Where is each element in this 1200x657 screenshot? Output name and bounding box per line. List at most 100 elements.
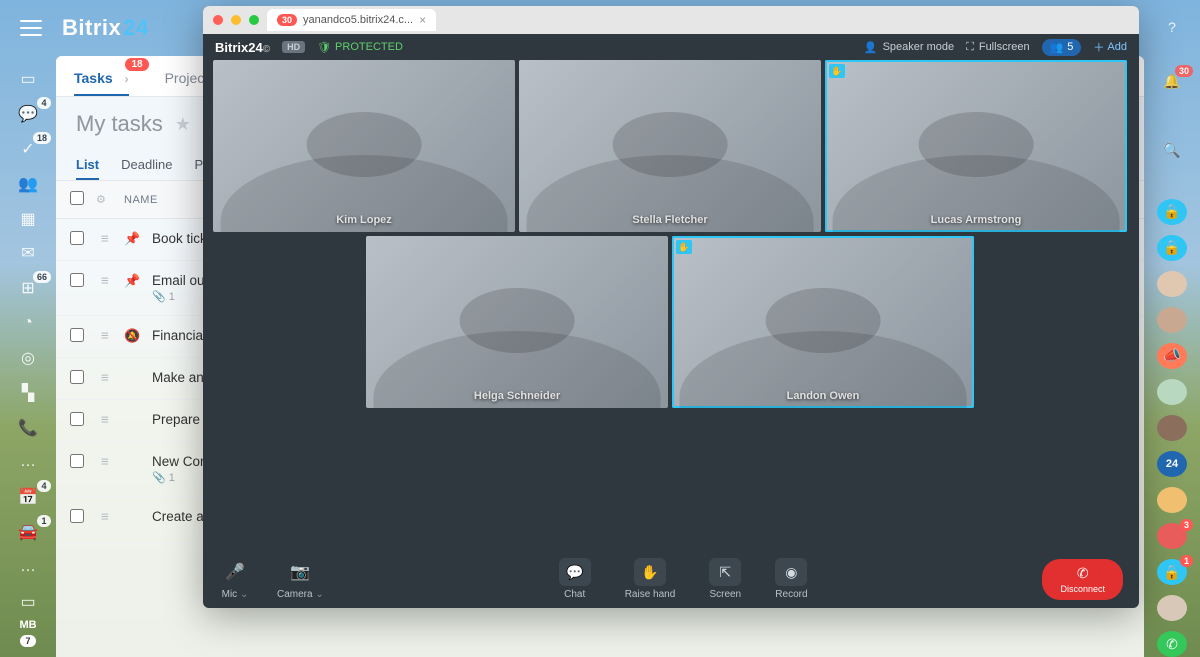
left-rail-item-13[interactable]: 🚘1 (13, 521, 43, 544)
left-rail-item-10[interactable]: 📞 (13, 416, 43, 439)
window-tabbar: 30 yanandco5.bitrix24.c... × (203, 6, 1139, 34)
protected-badge: 🛡 PROTECTED (317, 41, 403, 54)
left-rail-item-15[interactable]: ▭ (13, 590, 43, 613)
brand-name: Bitrix (62, 15, 121, 40)
people-icon: 👥 (1050, 41, 1064, 54)
record-icon: ◉ (775, 558, 807, 586)
video-grid: Kim LopezStella FletcherLucas Armstrong✋… (203, 60, 1139, 550)
lock-icon-2[interactable]: 🔒 (1157, 235, 1187, 261)
lock-icon-3[interactable]: 🔒 (1157, 559, 1187, 585)
contact-avatar-4[interactable] (1157, 415, 1187, 441)
record-button[interactable]: ◉Record (775, 558, 807, 600)
row-checkbox[interactable] (70, 509, 84, 523)
participant-name: Lucas Armstrong (931, 214, 1022, 226)
video-tile[interactable]: Landon Owen✋ (672, 236, 974, 408)
speaker-mode-label: Speaker mode (883, 41, 955, 53)
drag-handle-icon[interactable]: ≡ (96, 454, 114, 469)
brand-logo: Bitrix24 (62, 15, 149, 41)
video-tile[interactable]: Stella Fletcher (519, 60, 821, 232)
chat-icon: 💬 (559, 558, 591, 586)
video-tile[interactable]: Helga Schneider (366, 236, 668, 408)
video-tile[interactable]: Kim Lopez (213, 60, 515, 232)
left-rail-bottom[interactable]: MB7 (19, 619, 36, 647)
participant-pill[interactable]: 👥 5 (1042, 39, 1082, 56)
search-icon[interactable]: 🔍 (1157, 137, 1187, 163)
drag-handle-icon[interactable]: ≡ (96, 231, 114, 246)
participant-name: Helga Schneider (474, 390, 560, 402)
left-rail-item-0[interactable]: ▭ (13, 68, 43, 91)
left-rail-item-6[interactable]: ⊞66 (13, 277, 43, 300)
bell-icon[interactable]: 🔔 (1157, 69, 1187, 95)
contact-avatar-5[interactable] (1157, 487, 1187, 513)
fullscreen-button[interactable]: ⛶ Fullscreen (966, 41, 1029, 54)
raised-hand-indicator: ✋ (676, 240, 692, 254)
left-rail-item-5[interactable]: ✉ (13, 242, 43, 265)
left-rail-item-11[interactable]: … (13, 451, 43, 474)
contact-avatar-3[interactable] (1157, 379, 1187, 405)
disconnect-button[interactable]: ✆Disconnect (1042, 559, 1123, 600)
select-all-checkbox[interactable] (70, 191, 84, 205)
gear-icon[interactable]: ⚙ (96, 193, 124, 206)
raise-hand-button[interactable]: ✋Raise hand (625, 558, 676, 600)
screen-share-button[interactable]: ⇱Screen (709, 558, 741, 600)
speaker-mode-button[interactable]: 👤 Speaker mode (864, 41, 954, 54)
mic-button[interactable]: 🎤Mic ⌄ (219, 558, 251, 600)
help-icon[interactable]: ? (1157, 14, 1187, 40)
megaphone-icon[interactable]: 📣 (1157, 343, 1187, 369)
tab-url: yanandco5.bitrix24.c... (303, 14, 413, 26)
column-name-header[interactable]: NAME (124, 194, 158, 206)
row-checkbox[interactable] (70, 231, 84, 245)
row-checkbox[interactable] (70, 412, 84, 426)
left-rail-item-4[interactable]: ▦ (13, 207, 43, 230)
row-checkbox[interactable] (70, 454, 84, 468)
contact-avatar-7[interactable] (1157, 595, 1187, 621)
left-rail-item-7[interactable]: ◔ (13, 312, 43, 335)
left-rail-item-12[interactable]: 📅4 (13, 486, 43, 509)
attachment-badge: 📎 1 (152, 290, 175, 303)
left-rail-item-3[interactable]: 👥 (13, 172, 43, 195)
add-participant-button[interactable]: ＋ Add (1093, 39, 1127, 55)
row-icon: 📌 (124, 273, 142, 289)
view-tab-list[interactable]: List (76, 151, 99, 180)
drag-handle-icon[interactable]: ≡ (96, 412, 114, 427)
contact-avatar-2[interactable] (1157, 307, 1187, 333)
left-rail-item-14[interactable]: … (13, 555, 43, 578)
b24-icon[interactable]: 24 (1157, 451, 1187, 477)
participant-name: Kim Lopez (336, 214, 392, 226)
call-button[interactable]: ✆ (1157, 631, 1187, 657)
rail-counter: 4 (37, 97, 51, 109)
fullscreen-label: Fullscreen (979, 41, 1030, 53)
chat-button[interactable]: 💬Chat (559, 558, 591, 600)
drag-handle-icon[interactable]: ≡ (96, 328, 114, 343)
close-tab-icon[interactable]: × (419, 13, 426, 27)
left-rail-item-1[interactable]: 💬4 (13, 103, 43, 126)
hd-badge: HD (282, 41, 305, 53)
row-checkbox[interactable] (70, 370, 84, 384)
drag-handle-icon[interactable]: ≡ (96, 273, 114, 288)
tab-tasks[interactable]: Tasks 18 › (56, 56, 147, 96)
contact-avatar-6[interactable] (1157, 523, 1187, 549)
favorite-star-icon[interactable]: ★ (175, 114, 191, 135)
video-brand: Bitrix24© (215, 40, 270, 55)
speaker-icon: 👤 (864, 41, 878, 54)
camera-icon: 📷 (284, 558, 316, 586)
contact-avatar-1[interactable] (1157, 271, 1187, 297)
camera-button[interactable]: 📷Camera ⌄ (277, 558, 324, 600)
left-rail-item-9[interactable]: ▚ (13, 381, 43, 404)
left-rail-item-2[interactable]: ✓18 (13, 138, 43, 161)
traffic-min-icon[interactable] (231, 15, 241, 25)
traffic-max-icon[interactable] (249, 15, 259, 25)
browser-tab[interactable]: 30 yanandco5.bitrix24.c... × (267, 9, 436, 31)
video-tile[interactable]: Lucas Armstrong✋ (825, 60, 1127, 232)
view-tab-deadline[interactable]: Deadline (121, 151, 172, 180)
menu-toggle[interactable] (20, 20, 42, 36)
lock-icon-1[interactable]: 🔒 (1157, 199, 1187, 225)
traffic-close-icon[interactable] (213, 15, 223, 25)
row-checkbox[interactable] (70, 273, 84, 287)
drag-handle-icon[interactable]: ≡ (96, 509, 114, 524)
participant-count: 5 (1067, 41, 1073, 53)
left-rail-item-8[interactable]: ◎ (13, 347, 43, 370)
row-checkbox[interactable] (70, 328, 84, 342)
drag-handle-icon[interactable]: ≡ (96, 370, 114, 385)
shield-icon: 🛡 (317, 41, 331, 54)
